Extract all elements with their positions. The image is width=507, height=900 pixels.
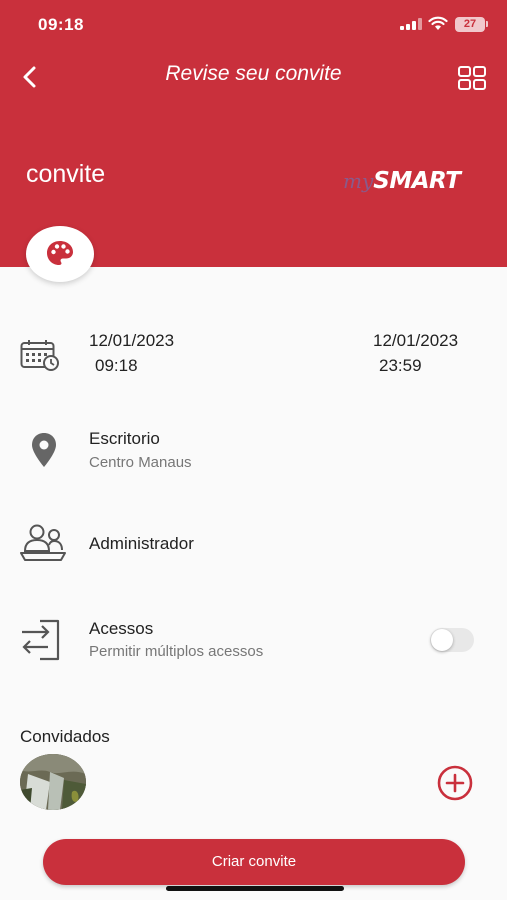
palette-icon	[47, 241, 73, 265]
calendar-clock-icon	[20, 340, 59, 371]
create-invite-button[interactable]: Criar convite	[43, 839, 465, 885]
invite-label: convite	[26, 160, 106, 188]
host-title: Administrador	[89, 534, 194, 553]
multiple-access-toggle[interactable]	[430, 628, 474, 652]
end-time[interactable]: 23:59	[379, 356, 422, 376]
end-date[interactable]: 12/01/2023	[373, 329, 458, 353]
status-bar: 09:18 27	[0, 0, 507, 50]
cellular-signal-icon	[400, 18, 422, 30]
battery-icon: 27	[455, 17, 485, 32]
access-transfer-icon	[22, 619, 60, 661]
location-subtitle: Centro Manaus	[89, 454, 192, 471]
content-area	[0, 267, 507, 900]
status-time: 09:18	[38, 15, 84, 34]
guest-photo	[20, 754, 86, 810]
home-indicator	[166, 886, 344, 891]
location-title: Escritorio	[89, 429, 160, 448]
wifi-icon	[428, 16, 448, 30]
users-meeting-icon	[20, 524, 66, 561]
header: 09:18 27 Revise seu convite convite mySM…	[0, 0, 507, 267]
guests-section-title: Convidados	[20, 727, 110, 746]
add-guest-icon[interactable]	[437, 765, 473, 801]
location-pin-icon	[32, 433, 56, 467]
guest-avatar[interactable]	[20, 754, 86, 810]
start-time[interactable]: 09:18	[95, 356, 138, 376]
start-date[interactable]: 12/01/2023	[89, 329, 174, 353]
page-title: Revise seu convite	[165, 62, 342, 85]
battery-tip	[486, 21, 488, 27]
theme-palette-button[interactable]	[26, 226, 94, 282]
grid-menu-icon[interactable]	[458, 66, 486, 90]
brand-name: SMART	[373, 168, 461, 194]
brand-prefix: my	[343, 169, 374, 193]
access-subtitle: Permitir múltiplos acessos	[89, 643, 264, 660]
brand-logo: mySMART	[343, 168, 461, 198]
toggle-knob	[431, 629, 453, 651]
access-title: Acessos	[89, 619, 154, 638]
